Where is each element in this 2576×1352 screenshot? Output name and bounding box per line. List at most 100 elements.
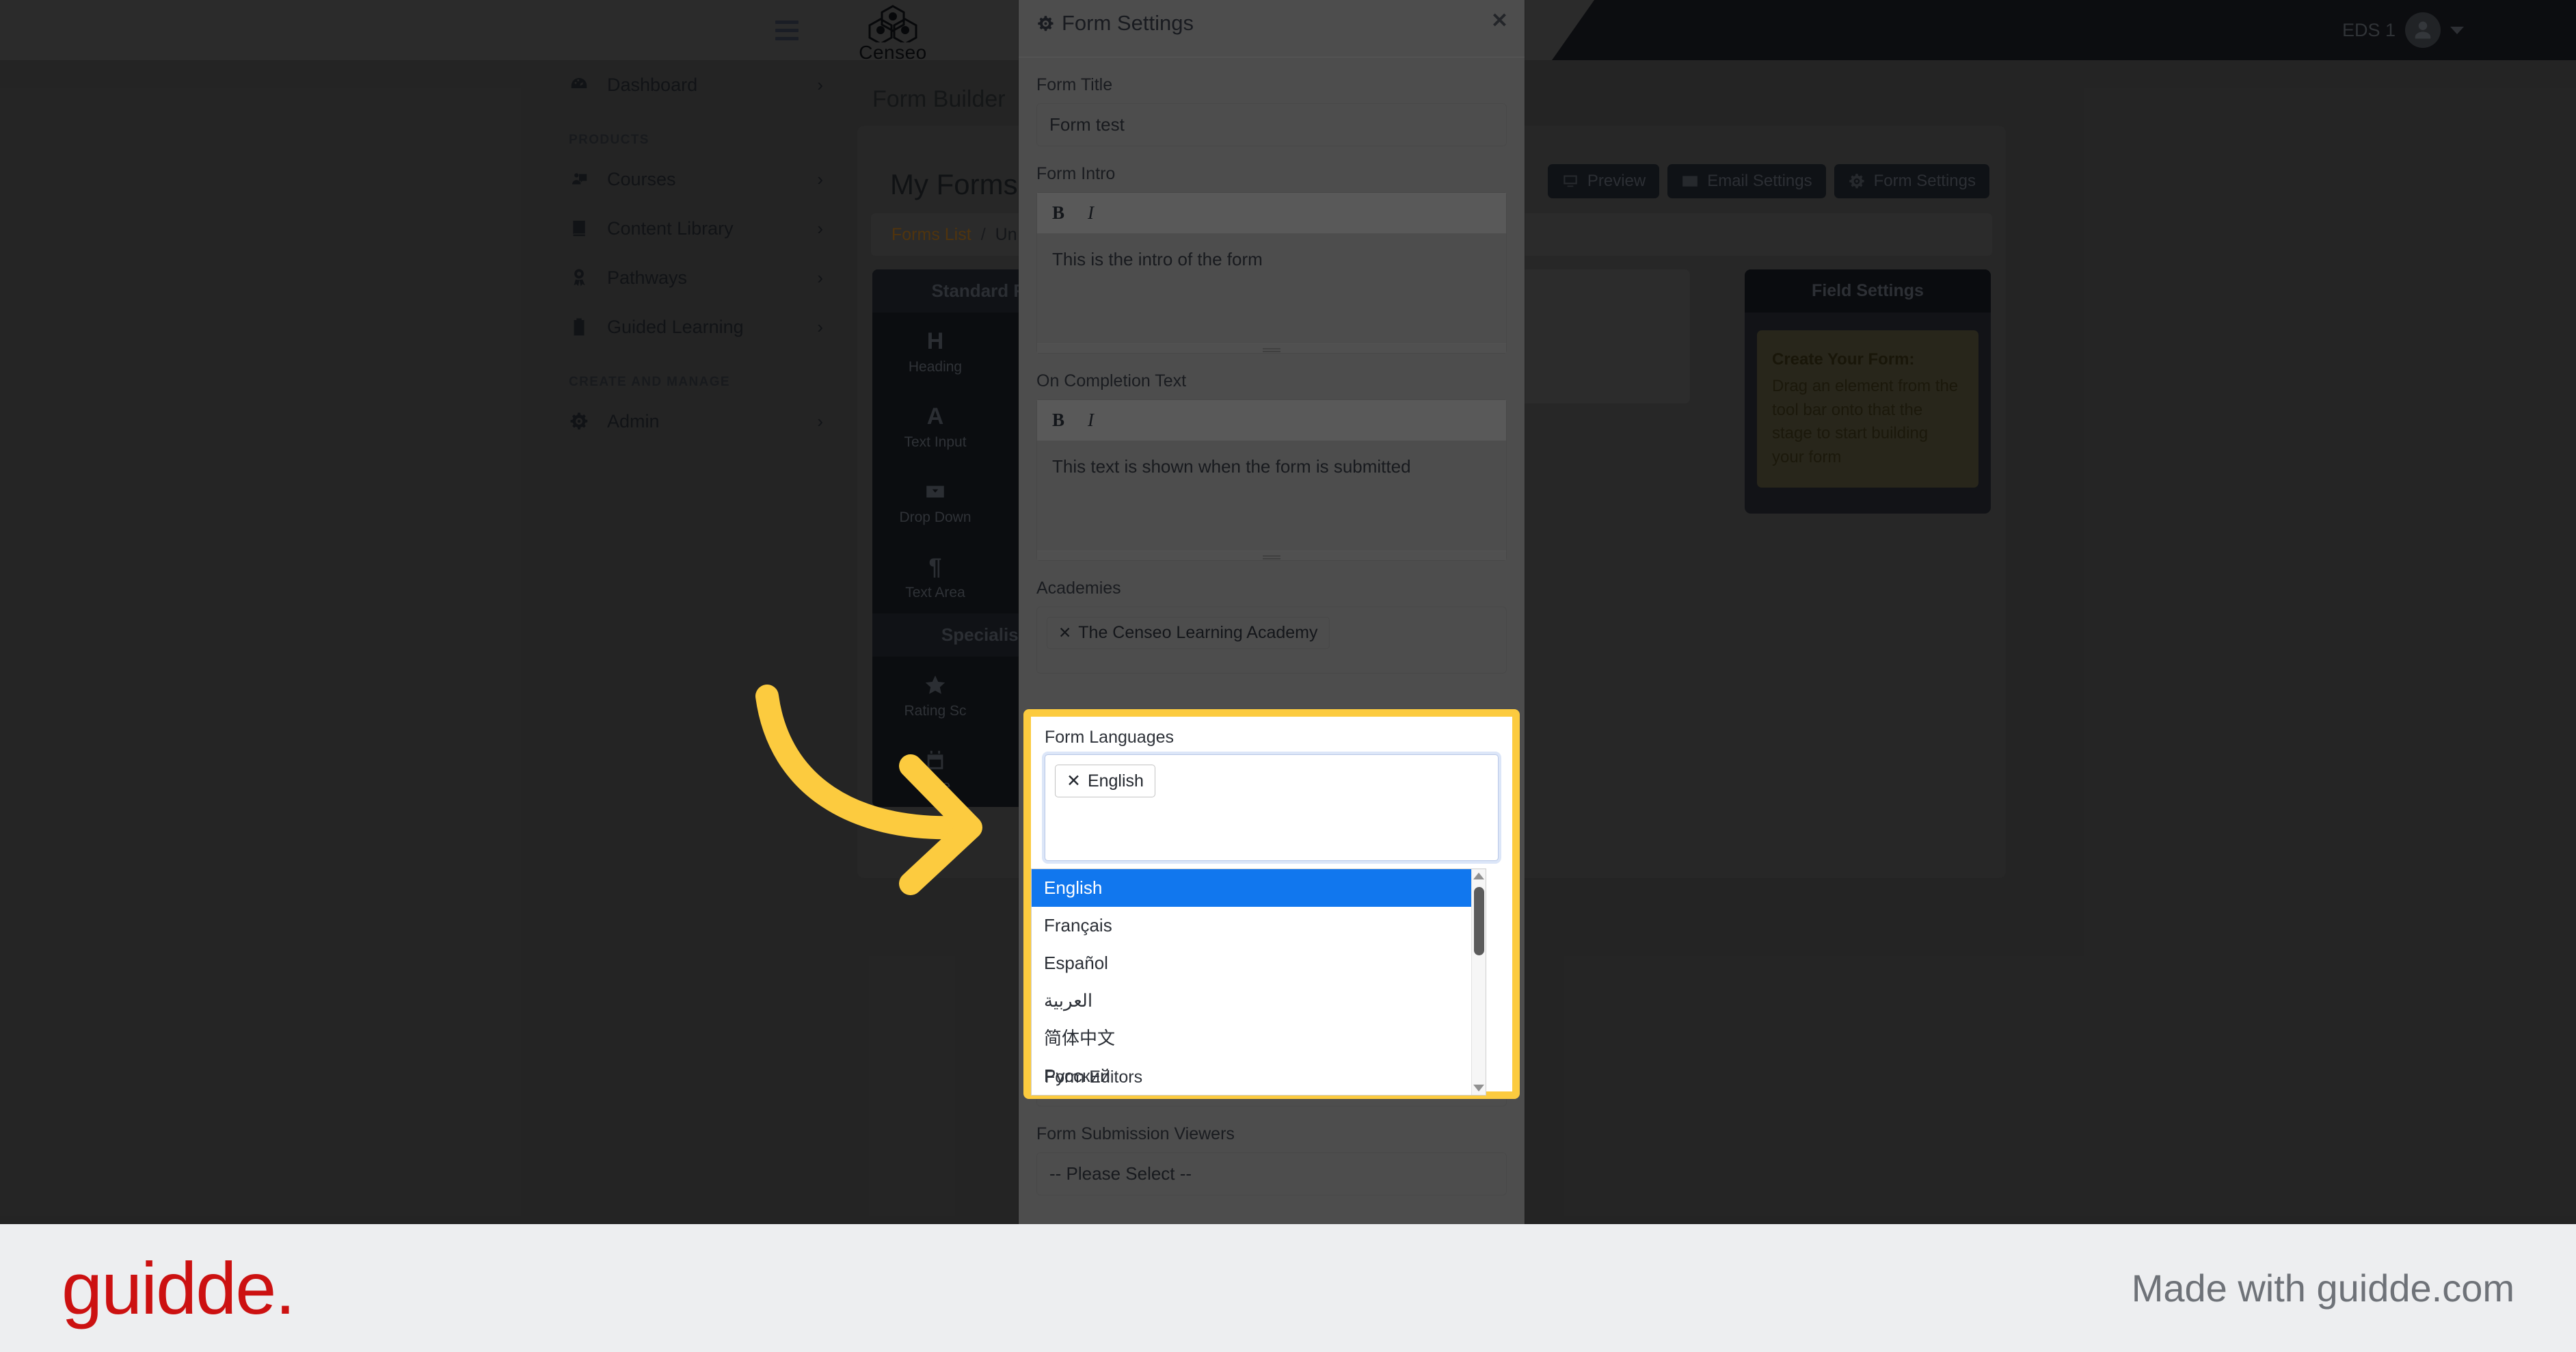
field-settings-title: Field Settings: [1745, 269, 1991, 313]
preview-button-label: Preview: [1587, 172, 1646, 190]
italic-icon[interactable]: I: [1088, 410, 1094, 431]
scrollbar-thumb[interactable]: [1474, 887, 1484, 955]
made-with-guidde-label: Made with guidde.com: [2131, 1267, 2514, 1310]
courses-icon: [569, 169, 607, 189]
chevron-right-icon: ›: [817, 316, 823, 337]
bold-icon[interactable]: B: [1052, 202, 1064, 224]
dropdown-option-espanol[interactable]: Español: [1032, 944, 1471, 982]
scroll-up-arrow-icon[interactable]: [1473, 873, 1484, 879]
create-your-form-note-body: Drag an element from the tool bar onto t…: [1772, 376, 1959, 467]
sidebar-section-products: PRODUCTS: [569, 133, 649, 147]
modal-title-label: Form Settings: [1062, 11, 1194, 35]
bold-icon[interactable]: B: [1052, 410, 1064, 431]
form-intro-editor: B I This is the intro of the form: [1036, 192, 1507, 354]
language-tag-label: English: [1087, 771, 1144, 791]
gear-icon: [1849, 174, 1864, 189]
avatar: [2405, 12, 2441, 48]
sidebar-section-create-and-manage: CREATE AND MANAGE: [569, 375, 730, 389]
form-languages-group: Form Languages ✕ English English Françai…: [1031, 717, 1512, 1096]
academies-tag-input[interactable]: ✕ The Censeo Learning Academy: [1036, 607, 1507, 674]
chevron-right-icon: ›: [817, 168, 823, 189]
form-settings-button-label: Form Settings: [1873, 172, 1976, 190]
remove-tag-icon[interactable]: ✕: [1058, 624, 1071, 642]
form-intro-label: Form Intro: [1036, 164, 1116, 183]
award-icon: [569, 267, 607, 288]
sidebar-item-label: Guided Learning: [607, 316, 744, 337]
breadcrumb-forms-list[interactable]: Forms List: [891, 225, 971, 245]
palette-item-label: Text Input: [904, 434, 967, 450]
dropdown-option-chinese[interactable]: 简体中文: [1032, 1020, 1471, 1057]
palette-item-label: Heading: [908, 359, 963, 375]
email-settings-button[interactable]: Email Settings: [1667, 164, 1826, 198]
brand-name: Censeo: [859, 42, 927, 63]
dropdown-scrollbar[interactable]: [1471, 869, 1486, 1095]
on-completion-textarea[interactable]: This text is shown when the form is subm…: [1037, 441, 1506, 551]
on-completion-toolbar: B I: [1037, 400, 1506, 441]
italic-icon[interactable]: I: [1088, 202, 1094, 224]
palette-item-label: Text Area: [905, 585, 965, 600]
form-languages-highlight: Form Languages ✕ English English Françai…: [1023, 709, 1520, 1099]
palette-item-label: Drop Down: [899, 509, 971, 525]
academy-tag-label: The Censeo Learning Academy: [1078, 623, 1318, 642]
sidebar-item-label: Dashboard: [607, 74, 698, 95]
palette-item-heading[interactable]: H Heading: [872, 313, 998, 388]
create-your-form-note-title: Create Your Form:: [1772, 350, 1915, 369]
dropdown-option-english[interactable]: English: [1032, 869, 1471, 907]
form-languages-input[interactable]: ✕ English: [1045, 754, 1499, 861]
text-input-icon: A: [926, 403, 944, 429]
palette-item-drop-down[interactable]: Drop Down: [872, 463, 998, 538]
chevron-right-icon: ›: [817, 267, 823, 288]
dropdown-icon: [872, 478, 998, 505]
modal-header: Form Settings ✕: [1019, 0, 1525, 57]
caret-down-icon: [2450, 26, 2464, 34]
sidebar-item-guided-learning[interactable]: Guided Learning ›: [544, 302, 848, 352]
scroll-down-arrow-icon[interactable]: [1473, 1085, 1484, 1091]
envelope-icon: [1682, 176, 1698, 187]
field-settings-card: Field Settings Create Your Form: Drag an…: [1745, 269, 1991, 514]
language-tag[interactable]: ✕ English: [1055, 765, 1155, 797]
sidebar-item-dashboard[interactable]: Dashboard ›: [544, 60, 848, 109]
academies-label: Academies: [1036, 579, 1121, 598]
form-title-input[interactable]: Form test: [1036, 103, 1507, 146]
sidebar-item-admin[interactable]: Admin ›: [544, 397, 848, 446]
chevron-right-icon: ›: [817, 74, 823, 95]
create-your-form-note: Create Your Form: Drag an element from t…: [1757, 330, 1978, 488]
academy-tag[interactable]: ✕ The Censeo Learning Academy: [1047, 617, 1330, 649]
censeo-logo[interactable]: Censeo: [835, 4, 950, 62]
on-completion-resize-handle[interactable]: [1037, 551, 1506, 560]
email-settings-button-label: Email Settings: [1707, 172, 1812, 190]
text-area-icon: ¶: [928, 553, 942, 580]
form-submission-viewers-select[interactable]: -- Please Select --: [1036, 1152, 1507, 1195]
dropdown-option-francais[interactable]: Français: [1032, 907, 1471, 944]
user-avatar-icon: [2415, 21, 2431, 39]
guidde-logo: guidde.: [62, 1246, 295, 1329]
censeo-hexagon-icon: [868, 5, 917, 42]
on-completion-label: On Completion Text: [1036, 371, 1187, 390]
sidebar-item-courses[interactable]: Courses ›: [544, 155, 848, 204]
form-settings-button[interactable]: Form Settings: [1834, 164, 1989, 198]
dropdown-option-arabic[interactable]: العربية: [1032, 982, 1471, 1020]
screenshot-root: Censeo EDS 1 Dashboard › PRODUCTS Course…: [0, 0, 2576, 1352]
on-completion-editor: B I This text is shown when the form is …: [1036, 399, 1507, 561]
form-languages-label: Form Languages: [1045, 728, 1175, 747]
monitor-icon: [1564, 175, 1577, 187]
gear-icon: [569, 411, 607, 432]
close-icon[interactable]: ✕: [1491, 11, 1508, 31]
hamburger-icon[interactable]: [775, 21, 799, 40]
sidebar-item-pathways[interactable]: Pathways ›: [544, 253, 848, 302]
form-toolbar: Preview Email Settings Form Settings: [1547, 164, 1989, 198]
remove-tag-icon[interactable]: ✕: [1066, 771, 1081, 791]
preview-button[interactable]: Preview: [1547, 164, 1660, 198]
sidebar: Dashboard › PRODUCTS Courses › Content L…: [544, 60, 848, 1224]
username-label: EDS 1: [2342, 19, 2396, 40]
form-intro-resize-handle[interactable]: [1037, 343, 1506, 353]
form-intro-textarea[interactable]: This is the intro of the form: [1037, 234, 1506, 343]
user-menu[interactable]: EDS 1: [2342, 12, 2464, 48]
palette-item-text-area[interactable]: ¶ Text Area: [872, 538, 998, 613]
sidebar-item-content-library[interactable]: Content Library ›: [544, 204, 848, 253]
palette-item-text-input[interactable]: A Text Input: [872, 388, 998, 463]
form-languages-dropdown[interactable]: English Français Español العربية 简体中文 Ру…: [1031, 869, 1486, 1096]
chevron-right-icon: ›: [817, 410, 823, 432]
sidebar-item-label: Admin: [607, 410, 660, 432]
sidebar-item-label: Courses: [607, 168, 676, 189]
